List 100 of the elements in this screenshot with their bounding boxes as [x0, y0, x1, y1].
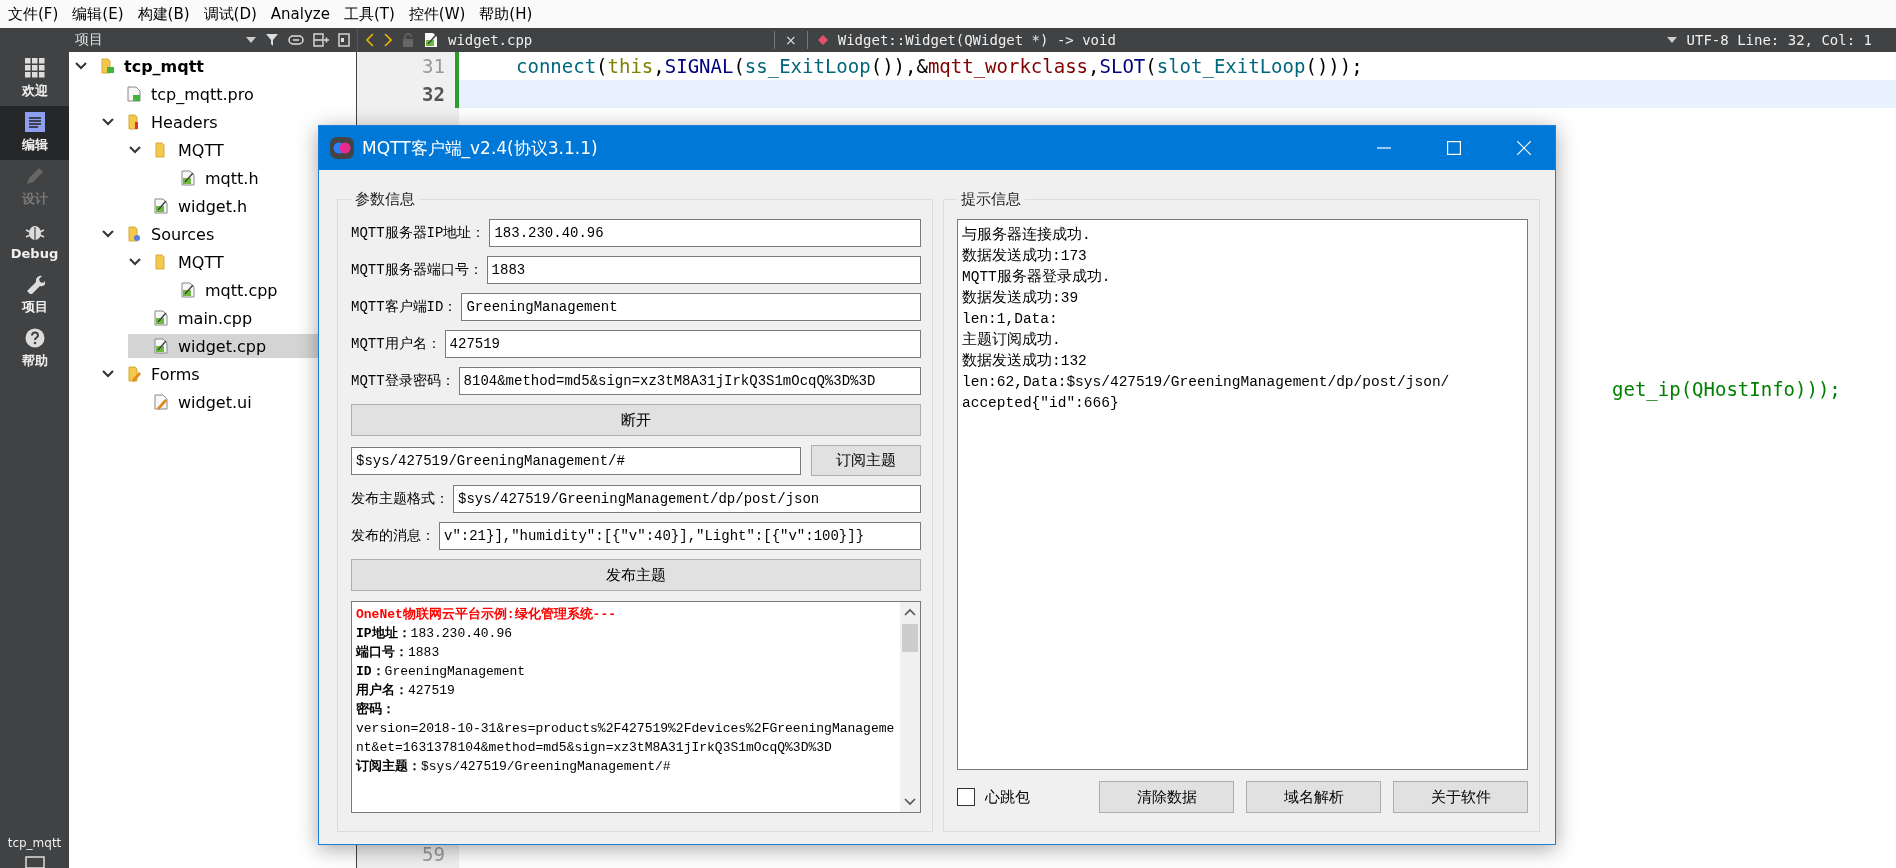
mode-button[interactable]: 项目 [0, 268, 69, 322]
code-text: get_ip(QHostInfo))); [1612, 378, 1841, 400]
maximize-icon [1447, 141, 1461, 155]
log-line: 端口号：1883 [356, 644, 441, 662]
field-label: MQTT服务器端口号： [351, 261, 483, 279]
file-icon [154, 198, 168, 214]
dropdown-icon[interactable] [1666, 37, 1677, 43]
chevron-icon[interactable] [101, 230, 115, 238]
mode-button[interactable]: 帮助 [0, 322, 69, 376]
chevron-icon[interactable] [101, 370, 115, 378]
menu-item[interactable]: 文件(F) [8, 4, 59, 24]
session-label[interactable]: tcp_mqtt [7, 836, 62, 850]
log-line: 订阅主题：$sys/427519/GreeningManagement/# [356, 757, 672, 776]
log-line: 用户名：427519 [356, 682, 456, 700]
folder-icon [127, 366, 141, 382]
chevron-icon[interactable] [128, 258, 142, 266]
close-pane-icon[interactable] [338, 33, 350, 47]
scrollbar[interactable] [900, 602, 920, 812]
menu-item[interactable]: 控件(W) [408, 4, 466, 24]
cursor-position[interactable]: UTF-8 Line: 32, Col: 1 [1686, 32, 1872, 48]
text-field[interactable]: GreeningManagement [461, 293, 921, 321]
monitor-icon[interactable] [24, 856, 45, 868]
menu-item[interactable]: Analyze [270, 5, 330, 23]
log-line: version=2018-10-31&res=products%2F427519%2Fdevices%2FGreeningManagement&et=1631378104&method=md5&sign=xz3tM8A31jIrkQ3S1mOcqQ%3D%3D [356, 720, 896, 757]
chevron-icon[interactable] [128, 146, 142, 154]
folder-icon [127, 114, 141, 130]
chevron-icon[interactable] [101, 118, 115, 126]
menu-item[interactable]: 工具(T) [343, 4, 395, 24]
app-icon [330, 137, 354, 159]
file-icon [127, 86, 141, 102]
text-field[interactable]: $sys/427519/GreeningManagement/dp/post/json [453, 485, 921, 513]
scroll-up-icon[interactable] [904, 608, 916, 616]
tree-item[interactable]: mqtt.h [155, 166, 356, 190]
disconnect-button[interactable]: 断开 [351, 404, 921, 436]
subscribe-button[interactable]: 订阅主题 [811, 445, 921, 476]
text-field[interactable]: 427519 [444, 330, 921, 358]
menu-item[interactable]: 构建(B) [137, 4, 190, 24]
close-icon [1517, 141, 1531, 155]
code-text: connect(this,SIGNAL(ss_ExitLoop()),&mqtt_workclass,SLOT(slot_ExitLoop())); [515, 55, 1363, 77]
tree-item[interactable]: tcp_mqtt.pro [101, 82, 356, 106]
help-icon [24, 328, 45, 348]
line-number: 32 [357, 80, 459, 108]
filter-icon[interactable] [265, 33, 279, 47]
menu-item[interactable]: 编辑(E) [72, 4, 124, 24]
file-tab[interactable]: widget.cpp [448, 32, 764, 48]
heartbeat-checkbox[interactable] [957, 788, 975, 806]
function-selector[interactable]: Widget::Widget(QWidget *) -> void [837, 32, 1116, 48]
tree-item[interactable]: tcp_mqtt [74, 54, 356, 78]
scroll-down-icon[interactable] [904, 798, 916, 806]
link-icon[interactable] [288, 35, 304, 45]
log-line: 密码： [356, 701, 396, 719]
pane-title[interactable]: 项目 [75, 31, 237, 49]
diamond-icon [817, 35, 828, 45]
folder-icon [100, 58, 114, 74]
group-title: 参数信息 [354, 190, 416, 209]
tree-item[interactable]: Headers [101, 110, 356, 134]
log-line: accepted{"id":666} [962, 394, 1120, 413]
tree-item[interactable]: widget.h [128, 194, 356, 218]
topic-field[interactable]: $sys/427519/GreeningManagement/# [351, 446, 801, 475]
menu-item[interactable]: 帮助(H) [479, 4, 533, 24]
close-document-button[interactable]: × [785, 32, 797, 48]
grid-icon [24, 58, 45, 78]
line-number: 59 [421, 842, 446, 867]
publish-button[interactable]: 发布主题 [351, 559, 921, 591]
document-icon [24, 112, 45, 132]
log-line: ID：GreeningManagement [356, 663, 527, 681]
action-button[interactable]: 关于软件 [1393, 781, 1528, 813]
text-field[interactable]: 8104&method=md5&sign=xz3tM8A31jIrkQ3S1mOcqQ%3D%3D [458, 367, 921, 395]
text-field[interactable]: 183.230.40.96 [489, 219, 921, 247]
field-label: MQTT登录密码： [351, 372, 455, 390]
split-icon[interactable] [313, 33, 329, 47]
window-title: MQTT客户端_v2.4(协议3.1.1) [362, 136, 598, 160]
file-icon [181, 170, 195, 186]
checkbox-label[interactable]: 心跳包 [985, 787, 1030, 807]
action-button[interactable]: 域名解析 [1246, 781, 1381, 813]
action-button[interactable]: 清除数据 [1099, 781, 1234, 813]
log-line: 数据发送成功:173 [962, 246, 1088, 266]
field-label: 发布的消息： [351, 527, 435, 545]
chevron-icon[interactable] [74, 62, 88, 70]
folder-icon [154, 254, 168, 270]
forward-icon[interactable] [384, 33, 392, 47]
field-label: MQTT服务器IP地址： [351, 224, 486, 242]
menu-item[interactable]: 调试(D) [203, 4, 257, 24]
tree-item[interactable]: MQTT [128, 138, 356, 162]
log-line: 数据发送成功:39 [962, 288, 1080, 308]
back-icon[interactable] [366, 33, 374, 47]
dropdown-icon[interactable] [246, 37, 256, 43]
log-line: IP地址：183.230.40.96 [356, 625, 514, 643]
text-field[interactable]: v":21}],"humidity":[{"v":40}],"Light":[{"v":100}]} [439, 522, 921, 550]
log-line: MQTT服务器登录成功. [962, 267, 1112, 287]
scroll-thumb[interactable] [902, 624, 918, 652]
mode-button[interactable]: 欢迎 [0, 52, 69, 106]
log-line: len:62,Data:$sys/427519/GreeningManagement/dp/post/json/ [962, 373, 1451, 392]
form-file-icon [154, 394, 168, 410]
text-field[interactable]: 1883 [486, 256, 921, 284]
log-line: 与服务器连接成功. [962, 225, 1092, 245]
mode-button[interactable]: Debug [0, 214, 69, 268]
mode-button[interactable]: 编辑 [0, 106, 69, 160]
field-label: 发布主题格式： [351, 490, 449, 508]
pencil-icon [24, 166, 45, 186]
